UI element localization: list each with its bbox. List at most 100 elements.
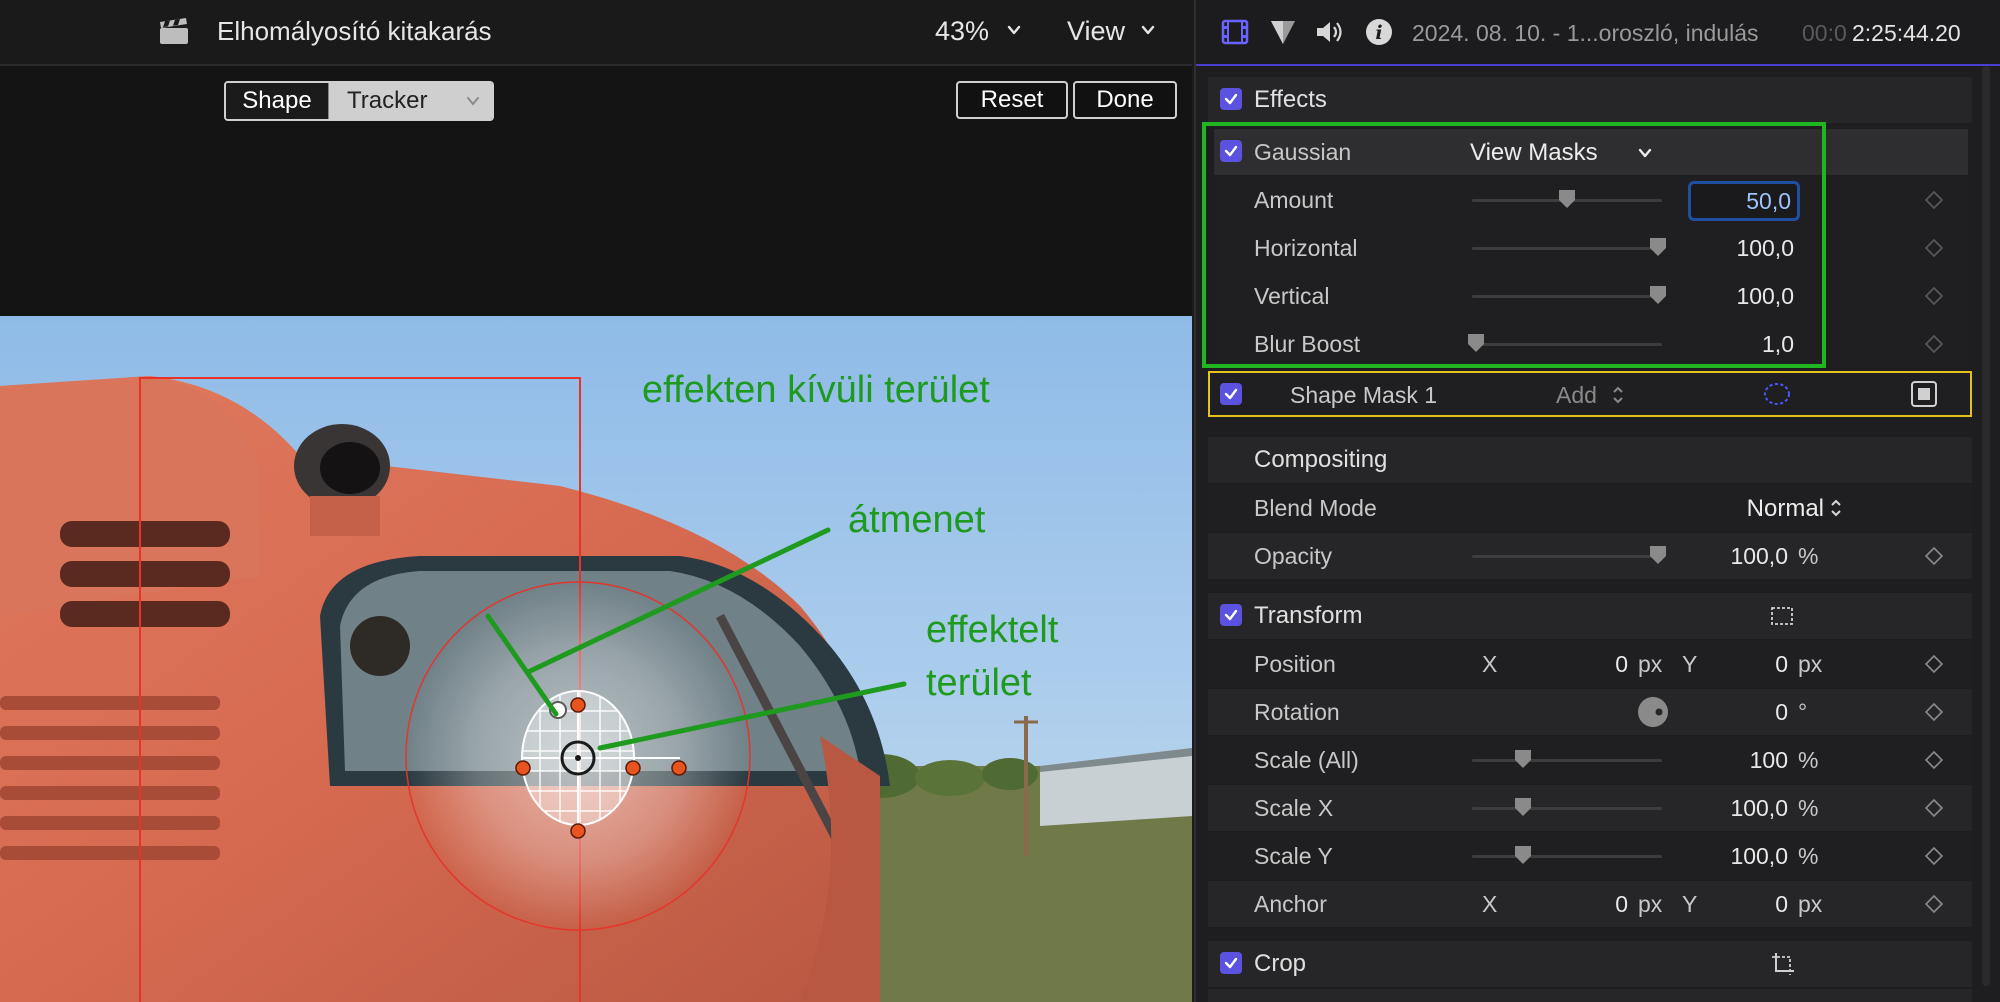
compositing-label: Compositing — [1254, 446, 1388, 473]
info-icon[interactable]: i — [1364, 17, 1394, 47]
chevron-down-icon[interactable] — [1006, 22, 1022, 38]
annotation-affected-line1: effektelt — [926, 609, 1059, 651]
opacity-slider[interactable] — [1472, 546, 1667, 564]
shape-mask-row: Shape Mask 1 Add — [1208, 371, 1972, 417]
color-inspector-icon[interactable] — [1268, 17, 1298, 47]
annotation-transition: átmenet — [848, 499, 986, 541]
opacity-row: Opacity 100,0 % — [1208, 533, 1972, 579]
rotation-label: Rotation — [1254, 699, 1340, 725]
viewer-title: Elhomályosító kitakarás — [217, 16, 492, 46]
shape-segment[interactable]: Shape — [226, 83, 329, 119]
keyframe-diamond-icon[interactable] — [1924, 286, 1944, 306]
anchor-y-value[interactable]: 0 — [1698, 891, 1788, 918]
keyframe-diamond-icon[interactable] — [1924, 894, 1944, 914]
position-x-value[interactable]: 0 — [1538, 651, 1628, 678]
effects-checkbox[interactable] — [1220, 88, 1242, 110]
clip-timecode: 2:25:44.20 — [1852, 20, 1961, 46]
blend-mode-label: Blend Mode — [1254, 495, 1377, 521]
anchor-x-unit: px — [1638, 891, 1663, 917]
scale-y-slider[interactable] — [1472, 846, 1662, 864]
transform-checkbox[interactable] — [1220, 604, 1242, 626]
scale-y-unit: % — [1798, 843, 1819, 869]
checkmark-icon — [1224, 388, 1238, 400]
mask-control-point[interactable] — [570, 823, 586, 839]
clip-timecode-dim: 00:0 — [1802, 20, 1847, 46]
zoom-menu[interactable]: 43% — [935, 16, 989, 47]
scale-x-value[interactable]: 100,0 — [1698, 795, 1788, 822]
keyframe-diamond-icon[interactable] — [1924, 702, 1944, 722]
scale-all-slider[interactable] — [1472, 750, 1662, 768]
ellipse-mask-icon[interactable] — [1762, 381, 1792, 407]
shape-mask-checkbox[interactable] — [1220, 383, 1242, 405]
crop-checkbox[interactable] — [1220, 952, 1242, 974]
crop-onscreen-icon[interactable] — [1770, 951, 1796, 977]
tracker-segment[interactable]: Tracker — [329, 83, 492, 119]
keyframe-diamond-icon[interactable] — [1924, 798, 1944, 818]
inspector-header: i 2024. 08. 10. - 1...oroszló, indulás 0… — [1196, 0, 2000, 66]
scale-y-label: Scale Y — [1254, 843, 1333, 869]
slider-thumb[interactable] — [1515, 798, 1532, 816]
keyframe-diamond-icon[interactable] — [1924, 654, 1944, 674]
effects-label: Effects — [1254, 86, 1327, 113]
anchor-y-unit: px — [1798, 891, 1823, 917]
slider-thumb[interactable] — [1515, 846, 1532, 864]
blend-mode-row: Blend Mode Normal — [1208, 485, 1972, 531]
anchor-x-value[interactable]: 0 — [1538, 891, 1628, 918]
anchor-x-axis: X — [1482, 891, 1498, 917]
opacity-unit: % — [1798, 543, 1819, 569]
keyframe-diamond-icon[interactable] — [1924, 190, 1944, 210]
slider-thumb[interactable] — [1515, 750, 1532, 768]
updown-chevron-icon[interactable] — [1830, 498, 1842, 518]
tracker-label: Tracker — [347, 87, 428, 114]
mask-control-point[interactable] — [515, 760, 531, 776]
mask-rotation-handle[interactable] — [671, 760, 687, 776]
position-x-axis: X — [1482, 651, 1498, 677]
svg-text:i: i — [1375, 22, 1382, 44]
keyframe-diamond-icon[interactable] — [1924, 846, 1944, 866]
reset-button[interactable]: Reset — [956, 81, 1068, 119]
keyframe-diamond-icon[interactable] — [1924, 546, 1944, 566]
chevron-down-icon[interactable] — [1140, 22, 1156, 38]
position-x-unit: px — [1638, 651, 1663, 677]
rotation-value[interactable]: 0 — [1698, 699, 1788, 726]
mask-control-point[interactable] — [570, 697, 586, 713]
keyframe-diamond-icon[interactable] — [1924, 238, 1944, 258]
blend-mode-popup[interactable]: Normal — [1684, 495, 1824, 523]
crop-section-header: Crop — [1208, 941, 1972, 987]
viewer-panel: Elhomályosító kitakarás 43% View Shape T… — [0, 0, 1192, 1002]
chevron-down-icon — [467, 97, 479, 106]
checkmark-icon — [1224, 93, 1238, 105]
compositing-section-header: Compositing — [1208, 437, 1972, 483]
video-inspector-icon[interactable] — [1220, 17, 1250, 47]
opacity-value[interactable]: 100,0 — [1692, 543, 1788, 570]
clip-name: 2024. 08. 10. - 1...oroszló, indulás — [1412, 20, 1759, 46]
keyframe-diamond-icon[interactable] — [1924, 750, 1944, 770]
gaussian-highlight-box — [1202, 122, 1826, 368]
onscreen-controls-icon[interactable] — [1910, 380, 1938, 408]
slider-thumb[interactable] — [1650, 546, 1667, 564]
rotation-dial[interactable] — [1636, 695, 1670, 729]
transform-onscreen-icon[interactable] — [1770, 604, 1794, 628]
audio-inspector-icon[interactable] — [1314, 17, 1344, 47]
scale-x-label: Scale X — [1254, 795, 1334, 821]
anchor-label: Anchor — [1254, 891, 1327, 917]
checkmark-icon — [1224, 957, 1238, 969]
transform-label: Transform — [1254, 602, 1363, 629]
keyframe-diamond-icon[interactable] — [1924, 334, 1944, 354]
position-y-value[interactable]: 0 — [1698, 651, 1788, 678]
mask-control-point[interactable] — [625, 760, 641, 776]
scale-all-value[interactable]: 100 — [1698, 747, 1788, 774]
crop-next-row — [1208, 989, 1972, 1002]
scale-y-value[interactable]: 100,0 — [1698, 843, 1788, 870]
view-menu[interactable]: View — [1067, 16, 1125, 47]
inspector-scrollbar[interactable] — [1982, 66, 1990, 986]
rotation-row: Rotation 0 ° — [1208, 689, 1972, 735]
updown-chevron-icon[interactable] — [1612, 385, 1624, 405]
annotation-affected-line2: terület — [926, 662, 1032, 704]
video-canvas[interactable]: effekten kívüli terület átmenet effektel… — [0, 316, 1192, 1002]
anchor-row: Anchor X 0 px Y 0 px — [1208, 881, 1972, 927]
mask-mode-popup[interactable]: Add — [1556, 382, 1597, 409]
scale-x-slider[interactable] — [1472, 798, 1662, 816]
transform-section-header: Transform — [1208, 593, 1972, 639]
done-button[interactable]: Done — [1073, 81, 1177, 119]
